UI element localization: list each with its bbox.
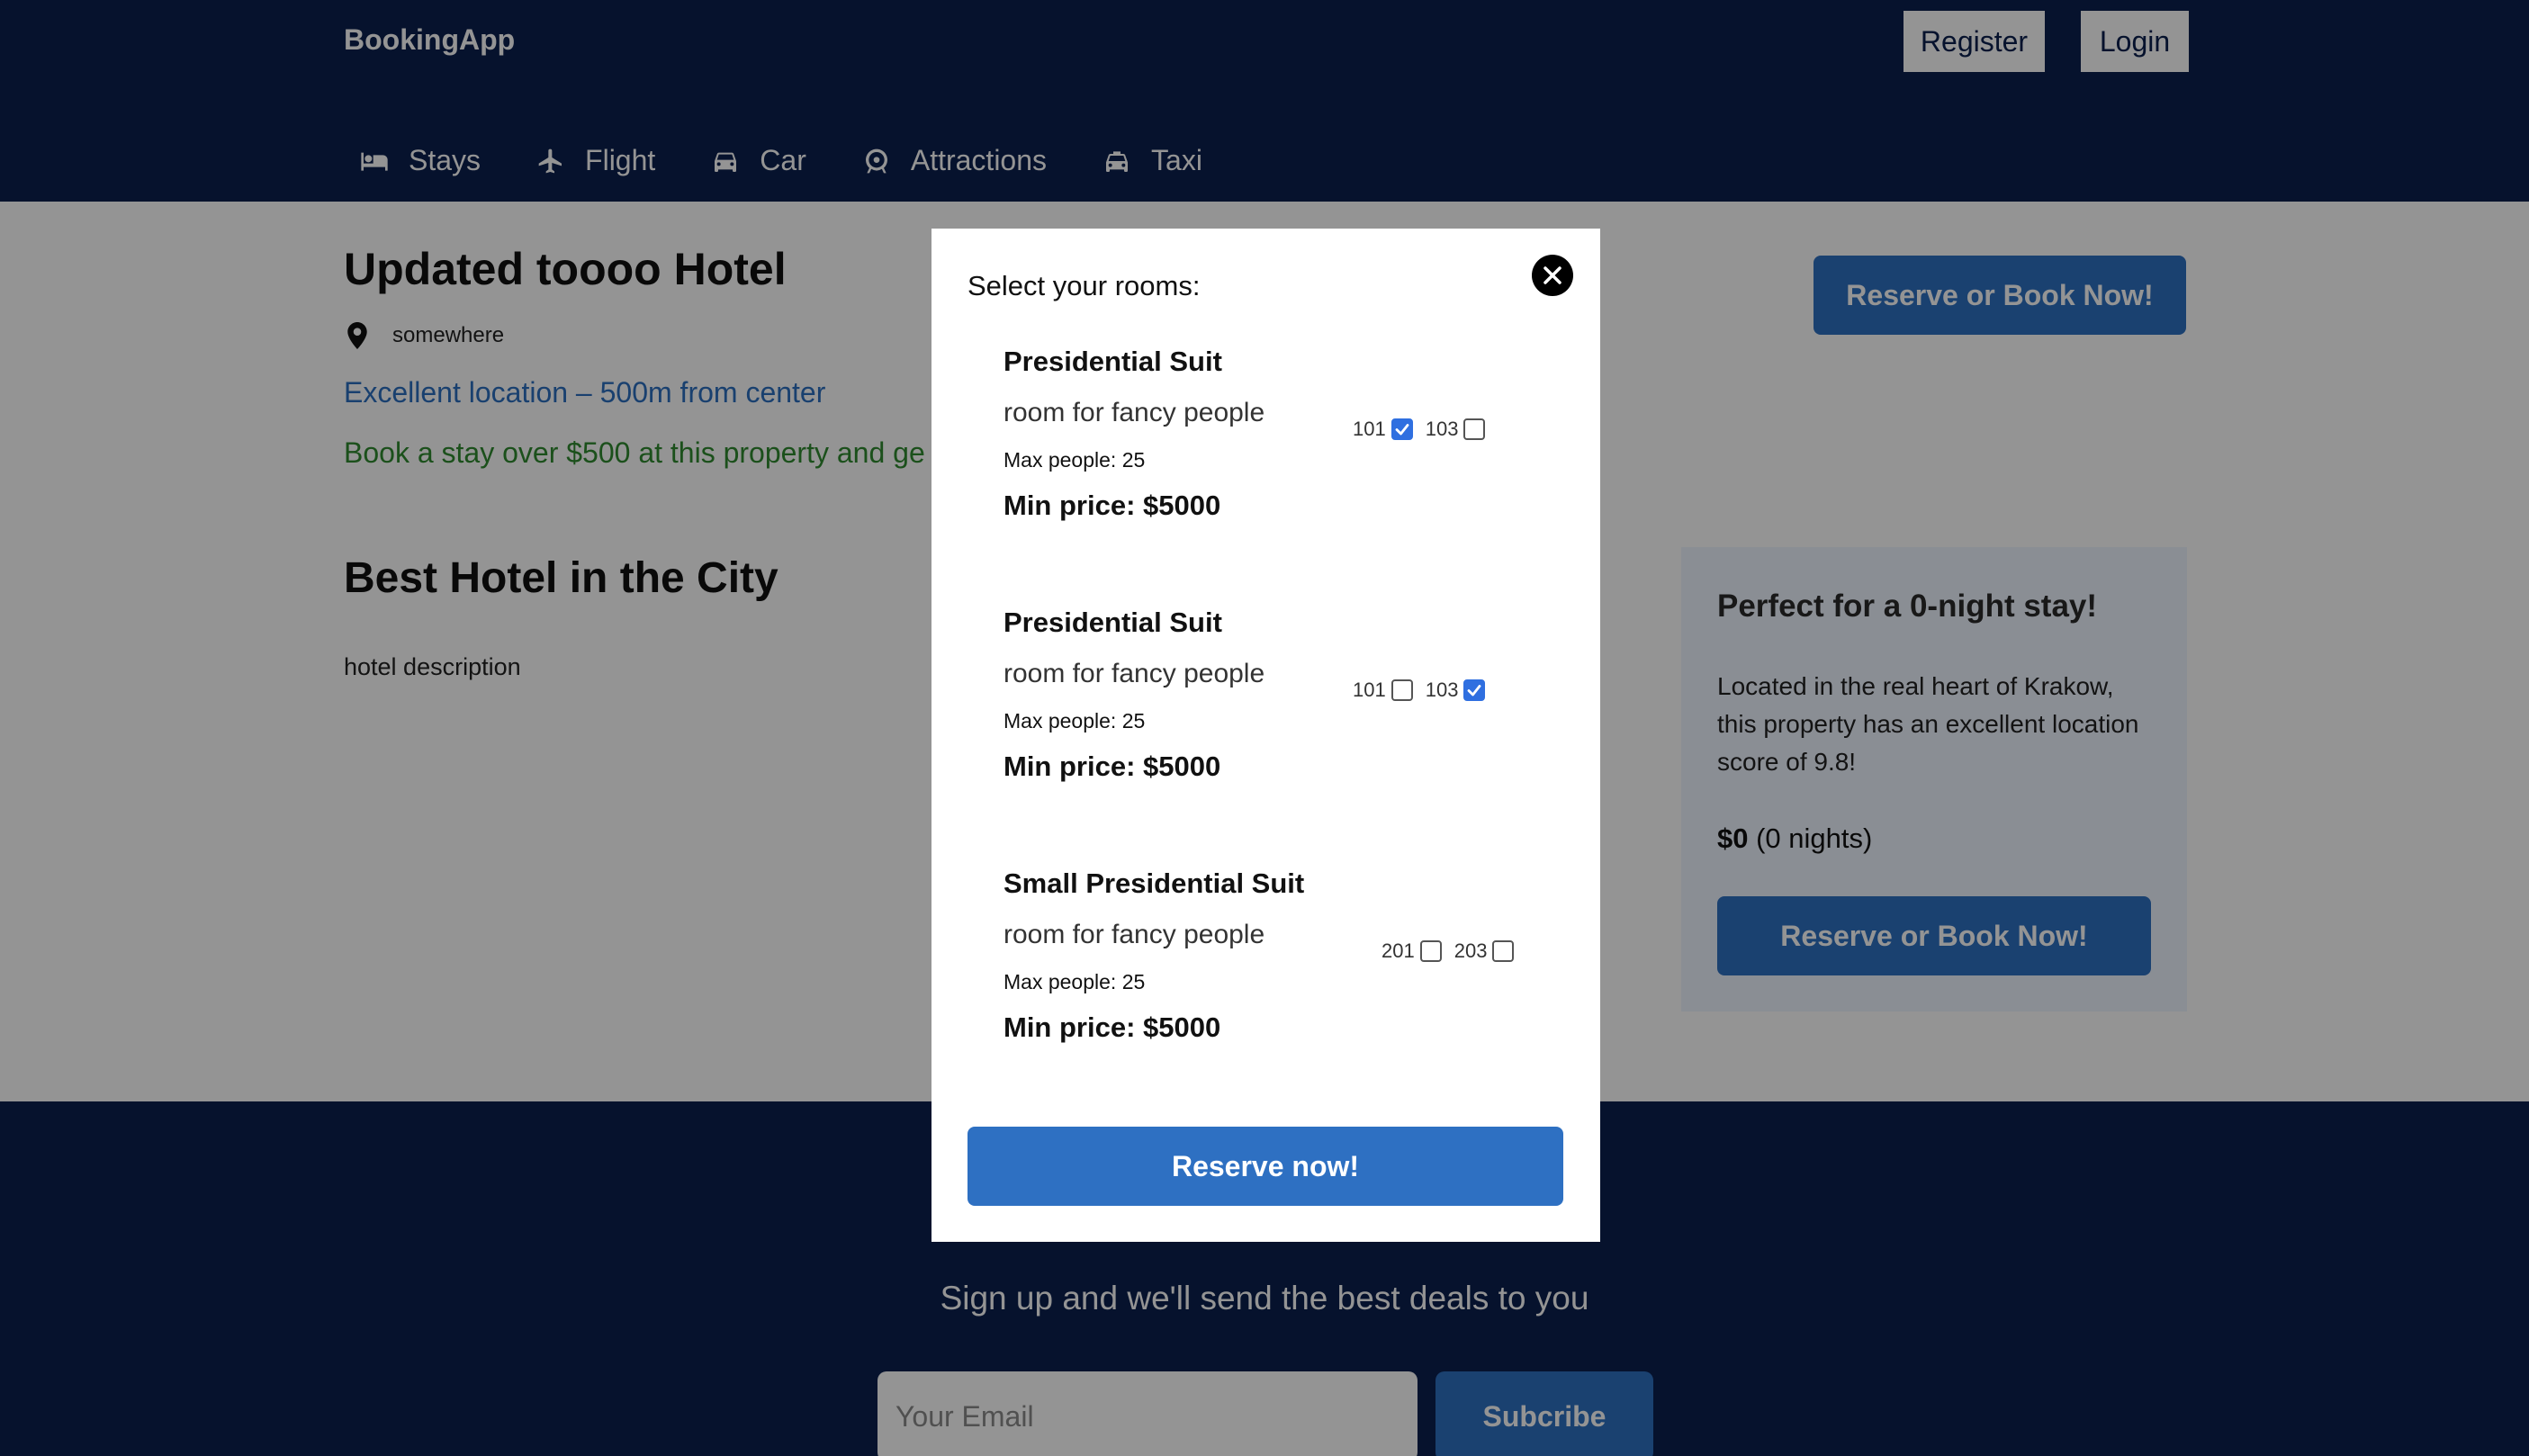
close-modal-button[interactable] <box>1532 255 1573 296</box>
room-checkbox[interactable] <box>1492 940 1515 962</box>
room-max-people: Max people: 25 <box>1004 709 1146 732</box>
room-number: 103 <box>1425 418 1459 440</box>
room-item: Presidential Suit room for fancy people … <box>1004 346 1580 562</box>
room-checkbox[interactable] <box>1463 418 1486 440</box>
room-option[interactable]: 101 <box>1353 679 1413 702</box>
room-checkbox[interactable] <box>1419 940 1442 962</box>
room-option[interactable]: 203 <box>1454 939 1515 963</box>
room-number: 201 <box>1382 939 1415 962</box>
room-description: room for fancy people <box>1004 920 1265 949</box>
room-number: 203 <box>1454 939 1488 962</box>
room-number-options: 101 103 <box>1353 418 1498 441</box>
room-number: 101 <box>1353 679 1386 701</box>
room-name: Small Presidential Suit <box>1004 867 1305 899</box>
room-description: room for fancy people <box>1004 659 1265 688</box>
room-description: room for fancy people <box>1004 398 1265 427</box>
modal-title: Select your rooms: <box>968 270 1201 301</box>
room-number-options: 201 203 <box>1382 939 1526 963</box>
room-name: Presidential Suit <box>1004 607 1222 638</box>
room-item: Presidential Suit room for fancy people … <box>1004 607 1580 822</box>
room-number: 103 <box>1425 679 1459 701</box>
room-price: Min price: $5000 <box>1004 750 1221 782</box>
room-price: Min price: $5000 <box>1004 1011 1221 1043</box>
room-max-people: Max people: 25 <box>1004 970 1146 993</box>
close-icon <box>1544 266 1562 284</box>
reserve-now-button[interactable]: Reserve now! <box>968 1127 1563 1206</box>
room-option[interactable]: 201 <box>1382 939 1442 963</box>
room-checkbox[interactable] <box>1390 418 1413 440</box>
room-number: 101 <box>1353 418 1386 440</box>
room-select-modal: Select your rooms: Presidential Suit roo… <box>932 229 1600 1242</box>
room-item: Small Presidential Suit room for fancy p… <box>1004 867 1580 1083</box>
room-option[interactable]: 103 <box>1426 679 1486 702</box>
room-option[interactable]: 101 <box>1353 418 1413 441</box>
room-number-options: 101 103 <box>1353 679 1498 702</box>
room-name: Presidential Suit <box>1004 346 1222 377</box>
room-price: Min price: $5000 <box>1004 490 1221 521</box>
room-checkbox[interactable] <box>1463 679 1486 701</box>
room-option[interactable]: 103 <box>1426 418 1486 441</box>
room-max-people: Max people: 25 <box>1004 448 1146 472</box>
room-checkbox[interactable] <box>1390 679 1413 701</box>
